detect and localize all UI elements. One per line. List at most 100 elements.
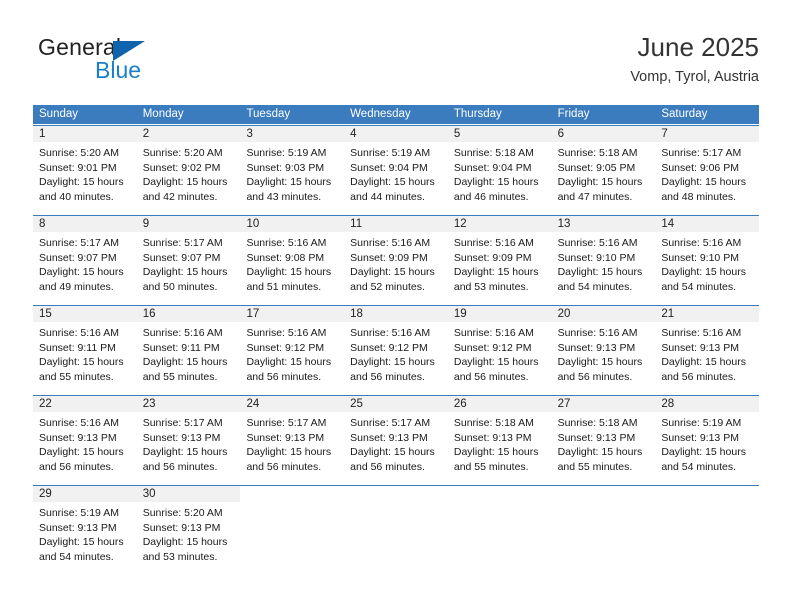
sunset-text: Sunset: 9:04 PM [350, 161, 428, 174]
daylight-text-line1: Daylight: 15 hours [557, 446, 643, 459]
daylight-text-line1: Daylight: 15 hours [142, 446, 228, 459]
day-info: Sunrise: 5:20 AM Sunset: 9:02 PM Dayligh… [137, 142, 241, 204]
day-cell[interactable]: 29 Sunrise: 5:19 AM Sunset: 9:13 PM Dayl… [33, 486, 137, 574]
day-number: 8 [33, 216, 137, 232]
day-cell[interactable]: 19 Sunrise: 5:16 AM Sunset: 9:12 PM Dayl… [447, 306, 552, 394]
day-cell[interactable]: 26 Sunrise: 5:18 AM Sunset: 9:13 PM Dayl… [447, 396, 552, 484]
sunset-text: Sunset: 9:13 PM [557, 431, 636, 444]
day-cell[interactable]: 1 Sunrise: 5:20 AM Sunset: 9:01 PM Dayli… [33, 126, 137, 214]
day-cell[interactable]: 25 Sunrise: 5:17 AM Sunset: 9:13 PM Dayl… [344, 396, 448, 484]
day-info: Sunrise: 5:16 AM Sunset: 9:09 PM Dayligh… [448, 232, 552, 294]
day-info: Sunrise: 5:16 AM Sunset: 9:13 PM Dayligh… [33, 412, 137, 474]
day-number [344, 486, 448, 502]
day-cell[interactable]: 3 Sunrise: 5:19 AM Sunset: 9:03 PM Dayli… [240, 126, 345, 214]
day-number: 18 [344, 306, 448, 322]
day-cell[interactable]: 12 Sunrise: 5:16 AM Sunset: 9:09 PM Dayl… [447, 216, 552, 304]
daylight-text-line2: and 48 minutes. [661, 190, 737, 203]
daylight-text-line2: and 54 minutes. [39, 550, 114, 563]
day-info: Sunrise: 5:16 AM Sunset: 9:08 PM Dayligh… [240, 232, 344, 294]
sunset-text: Sunset: 9:10 PM [661, 251, 739, 264]
sunrise-text: Sunrise: 5:16 AM [453, 237, 534, 249]
daylight-text-line2: and 56 minutes. [350, 460, 425, 473]
daylight-text-line1: Daylight: 15 hours [246, 356, 332, 369]
sunrise-text: Sunrise: 5:18 AM [453, 147, 534, 159]
daylight-text-line1: Daylight: 15 hours [142, 176, 228, 189]
sunset-text: Sunset: 9:09 PM [350, 251, 428, 264]
sunrise-text: Sunrise: 5:16 AM [661, 237, 742, 249]
daylight-text-line1: Daylight: 15 hours [453, 266, 539, 279]
day-cell[interactable]: 2 Sunrise: 5:20 AM Sunset: 9:02 PM Dayli… [136, 126, 241, 214]
sunrise-text: Sunrise: 5:19 AM [39, 507, 119, 519]
daylight-text-line2: and 55 minutes. [453, 460, 529, 473]
page-title: June 2025 [637, 32, 759, 62]
day-cell[interactable]: 4 Sunrise: 5:19 AM Sunset: 9:04 PM Dayli… [344, 126, 448, 214]
daylight-text-line2: and 52 minutes. [350, 280, 425, 293]
day-number: 23 [136, 396, 241, 412]
daylight-text-line1: Daylight: 15 hours [661, 176, 746, 189]
day-info: Sunrise: 5:19 AM Sunset: 9:13 PM Dayligh… [655, 412, 759, 474]
daylight-text-line1: Daylight: 15 hours [350, 446, 435, 459]
day-cell[interactable]: 13 Sunrise: 5:16 AM Sunset: 9:10 PM Dayl… [551, 216, 656, 304]
sunset-text: Sunset: 9:12 PM [453, 341, 532, 354]
sunrise-text: Sunrise: 5:16 AM [557, 327, 638, 339]
day-cell[interactable]: 16 Sunrise: 5:16 AM Sunset: 9:11 PM Dayl… [136, 306, 241, 394]
day-cell[interactable]: 22 Sunrise: 5:16 AM Sunset: 9:13 PM Dayl… [33, 396, 137, 484]
daylight-text-line1: Daylight: 15 hours [39, 356, 124, 369]
day-info: Sunrise: 5:17 AM Sunset: 9:13 PM Dayligh… [344, 412, 448, 474]
day-cell[interactable]: 8 Sunrise: 5:17 AM Sunset: 9:07 PM Dayli… [33, 216, 137, 304]
sunrise-text: Sunrise: 5:16 AM [246, 237, 327, 249]
day-cell[interactable]: 24 Sunrise: 5:17 AM Sunset: 9:13 PM Dayl… [240, 396, 345, 484]
day-cell-empty [344, 486, 448, 574]
day-cell[interactable]: 10 Sunrise: 5:16 AM Sunset: 9:08 PM Dayl… [240, 216, 345, 304]
day-number [655, 486, 759, 502]
sunset-text: Sunset: 9:13 PM [39, 431, 117, 444]
weekday-header-row: Sunday Monday Tuesday Wednesday Thursday… [33, 105, 759, 124]
day-number: 29 [33, 486, 137, 502]
day-cell[interactable]: 6 Sunrise: 5:18 AM Sunset: 9:05 PM Dayli… [551, 126, 656, 214]
daylight-text-line1: Daylight: 15 hours [142, 266, 228, 279]
daylight-text-line2: and 49 minutes. [39, 280, 114, 293]
daylight-text-line2: and 53 minutes. [142, 550, 218, 563]
day-cell[interactable]: 27 Sunrise: 5:18 AM Sunset: 9:13 PM Dayl… [551, 396, 656, 484]
day-cell[interactable]: 28 Sunrise: 5:19 AM Sunset: 9:13 PM Dayl… [655, 396, 760, 484]
sunrise-text: Sunrise: 5:20 AM [142, 147, 223, 159]
day-cell[interactable]: 30 Sunrise: 5:20 AM Sunset: 9:13 PM Dayl… [136, 486, 241, 574]
day-info: Sunrise: 5:17 AM Sunset: 9:13 PM Dayligh… [240, 412, 344, 474]
day-cell[interactable]: 14 Sunrise: 5:16 AM Sunset: 9:10 PM Dayl… [655, 216, 760, 304]
sunset-text: Sunset: 9:08 PM [246, 251, 325, 264]
sunrise-text: Sunrise: 5:17 AM [39, 237, 119, 249]
daylight-text-line1: Daylight: 15 hours [557, 356, 643, 369]
sunset-text: Sunset: 9:10 PM [557, 251, 636, 264]
day-cell[interactable]: 18 Sunrise: 5:16 AM Sunset: 9:12 PM Dayl… [344, 306, 448, 394]
day-info: Sunrise: 5:17 AM Sunset: 9:13 PM Dayligh… [137, 412, 241, 474]
weekday-header-friday: Friday [557, 108, 590, 120]
day-info: Sunrise: 5:20 AM Sunset: 9:01 PM Dayligh… [33, 142, 137, 204]
sunset-text: Sunset: 9:06 PM [661, 161, 739, 174]
day-number: 10 [240, 216, 345, 232]
sunset-text: Sunset: 9:13 PM [142, 521, 221, 534]
daylight-text-line2: and 56 minutes. [453, 370, 529, 383]
day-number: 1 [33, 126, 137, 142]
daylight-text-line2: and 54 minutes. [661, 460, 737, 473]
day-cell[interactable]: 9 Sunrise: 5:17 AM Sunset: 9:07 PM Dayli… [136, 216, 241, 304]
brand-logo[interactable]: General Blue [38, 34, 248, 90]
day-info: Sunrise: 5:16 AM Sunset: 9:12 PM Dayligh… [240, 322, 344, 384]
day-cell[interactable]: 11 Sunrise: 5:16 AM Sunset: 9:09 PM Dayl… [344, 216, 448, 304]
day-cell[interactable]: 21 Sunrise: 5:16 AM Sunset: 9:13 PM Dayl… [655, 306, 760, 394]
day-info: Sunrise: 5:19 AM Sunset: 9:13 PM Dayligh… [33, 502, 137, 564]
day-info: Sunrise: 5:20 AM Sunset: 9:13 PM Dayligh… [137, 502, 241, 564]
day-info: Sunrise: 5:16 AM Sunset: 9:11 PM Dayligh… [137, 322, 241, 384]
day-cell[interactable]: 7 Sunrise: 5:17 AM Sunset: 9:06 PM Dayli… [655, 126, 760, 214]
day-info: Sunrise: 5:19 AM Sunset: 9:04 PM Dayligh… [344, 142, 448, 204]
page-header: General Blue June 2025 Vomp, Tyrol, Aust… [33, 30, 759, 92]
day-cell[interactable]: 20 Sunrise: 5:16 AM Sunset: 9:13 PM Dayl… [551, 306, 656, 394]
day-cell[interactable]: 17 Sunrise: 5:16 AM Sunset: 9:12 PM Dayl… [240, 306, 345, 394]
day-cell[interactable]: 15 Sunrise: 5:16 AM Sunset: 9:11 PM Dayl… [33, 306, 137, 394]
sunrise-text: Sunrise: 5:16 AM [453, 327, 534, 339]
daylight-text-line1: Daylight: 15 hours [661, 266, 746, 279]
day-number: 2 [136, 126, 241, 142]
day-cell[interactable]: 5 Sunrise: 5:18 AM Sunset: 9:04 PM Dayli… [447, 126, 552, 214]
day-cell[interactable]: 23 Sunrise: 5:17 AM Sunset: 9:13 PM Dayl… [136, 396, 241, 484]
daylight-text-line1: Daylight: 15 hours [350, 266, 435, 279]
sunrise-text: Sunrise: 5:16 AM [39, 417, 119, 429]
